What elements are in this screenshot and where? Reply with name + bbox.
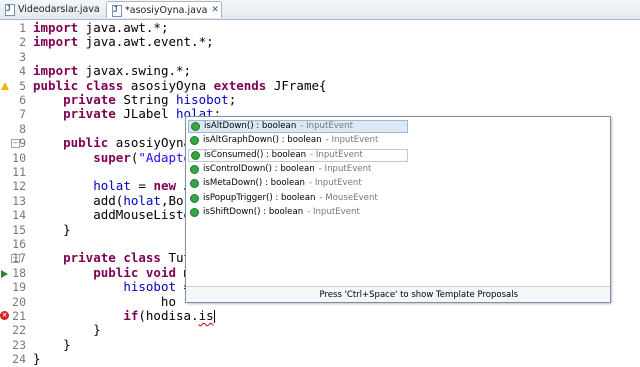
code-text: ho: [33, 293, 176, 309]
tab-label: Videodarslar.java: [18, 4, 100, 15]
code-line[interactable]: 24}: [0, 351, 640, 367]
line-number: 8: [19, 121, 26, 136]
method-icon: [190, 136, 199, 146]
close-icon[interactable]: ✕: [211, 2, 219, 19]
code-text: private String hisobot;: [63, 92, 237, 107]
line-number: 3: [19, 49, 26, 64]
line-number: 18: [12, 265, 26, 280]
code-text: private class Tutu: [63, 250, 199, 266]
code-text: import java.awt.*;: [33, 20, 169, 35]
code-text: holat = new JL: [93, 178, 198, 194]
code-text: import java.awt.event.*;: [33, 34, 214, 50]
proposal-owner: - InputEvent: [318, 163, 372, 174]
method-icon: [190, 179, 199, 189]
line-number: 22: [12, 323, 26, 338]
method-icon: [191, 150, 200, 160]
proposal-owner: - InputEvent: [307, 206, 360, 217]
code-text: }: [33, 322, 101, 338]
proposal-owner: - InputEvent: [325, 135, 379, 146]
java-file-icon: J: [4, 4, 15, 16]
java-file-icon: J: [111, 4, 122, 17]
code-text: }: [33, 336, 71, 352]
line-number: 6: [19, 93, 26, 107]
code-text: public asosiyOyna(: [63, 135, 199, 151]
proposal-signature: isMetaDown() : boolean: [203, 178, 305, 189]
method-icon: [190, 164, 199, 174]
proposal-signature: isConsumed() : boolean: [204, 149, 307, 160]
line-number: 5: [19, 78, 26, 93]
code-text: add(holat,Bord: [33, 192, 199, 208]
proposal-signature: isAltGraphDown() : boolean: [203, 135, 322, 146]
editor-tab-bar: J Videodarslar.java J *asosiyOyna.java ✕: [0, 0, 640, 20]
code-line[interactable]: 3: [0, 50, 640, 64]
code-line[interactable]: 2 import java.awt.event.*;: [0, 34, 640, 50]
code-line[interactable]: 22 }: [0, 322, 640, 338]
code-text: addMouseListen: [33, 207, 199, 223]
proposal-owner: - InputEvent: [308, 178, 362, 189]
proposal-signature: isPopupTrigger() : boolean: [203, 192, 316, 203]
code-line[interactable]: 6 private String hisobot;: [0, 92, 640, 107]
line-number: 11: [12, 165, 26, 179]
line-number: 13: [12, 193, 26, 208]
line-number: 7: [19, 107, 26, 122]
line-number: 16: [12, 237, 26, 251]
proposal-signature: isAltDown() : boolean: [204, 121, 297, 131]
code-line[interactable]: 1 import java.awt.*;: [0, 20, 640, 35]
tab-label: *asosiyOyna.java: [125, 4, 208, 16]
content-assist-popup[interactable]: isAltDown() : boolean - InputEvent isAltG…: [185, 116, 611, 303]
proposal-item[interactable]: isShiftDown() : boolean - InputEvent: [188, 206, 408, 219]
code-text: public void mo: [93, 264, 198, 280]
line-number: 19: [12, 280, 26, 295]
proposal-signature: isControlDown() : boolean: [203, 163, 315, 174]
code-line[interactable]: × 21 if(hodisa.is: [0, 308, 640, 323]
code-text: if(hodisa.is: [123, 308, 215, 323]
line-number: 9: [19, 136, 26, 151]
line-number: 12: [12, 179, 26, 194]
tab-videodarslar[interactable]: J Videodarslar.java: [0, 1, 106, 18]
line-number: 4: [19, 64, 26, 79]
line-number: 15: [12, 222, 26, 237]
code-text: super("Adapter: [93, 149, 199, 165]
proposal-owner: - InputEvent: [310, 149, 363, 160]
proposal-item[interactable]: isAltGraphDown() : boolean - InputEvent: [188, 134, 408, 147]
proposal-item[interactable]: isAltDown() : boolean - InputEvent: [188, 120, 408, 133]
proposal-list[interactable]: isAltDown() : boolean - InputEvent isAltG…: [186, 117, 610, 285]
proposal-item[interactable]: isControlDown() : boolean - InputEvent: [188, 163, 408, 176]
tab-asosiyoyna[interactable]: J *asosiyOyna.java ✕: [106, 1, 222, 18]
proposal-owner: - MouseEvent: [319, 192, 378, 203]
code-text: import javax.swing.*;: [33, 63, 192, 79]
code-text: hisobot =: [123, 279, 191, 295]
line-number: 20: [12, 294, 26, 309]
method-icon: [191, 122, 200, 131]
proposal-item[interactable]: isConsumed() : boolean - InputEvent: [188, 148, 408, 162]
line-number: 17: [12, 251, 26, 266]
line-number: 21: [12, 309, 26, 323]
popup-status-hint: Press 'Ctrl+Space' to show Template Prop…: [186, 286, 610, 302]
method-icon: [190, 193, 199, 203]
code-text: }: [33, 351, 41, 367]
method-icon: [190, 207, 199, 217]
code-text: }: [33, 221, 71, 237]
proposal-item[interactable]: isPopupTrigger() : boolean - MouseEvent: [188, 192, 408, 205]
code-text: public class asosiyOyna extends JFrame{: [33, 77, 327, 93]
text-cursor: [213, 310, 215, 323]
line-number: 10: [12, 150, 26, 165]
line-number: 24: [12, 352, 26, 367]
code-line[interactable]: 5 public class asosiyOyna extends JFrame{: [0, 77, 640, 93]
proposal-signature: isShiftDown() : boolean: [203, 206, 304, 217]
code-line[interactable]: 23 }: [0, 336, 640, 352]
code-line[interactable]: 4 import javax.swing.*;: [0, 63, 640, 79]
proposal-owner: - InputEvent: [300, 121, 353, 131]
proposal-item[interactable]: isMetaDown() : boolean - InputEvent: [188, 177, 408, 190]
line-number: 2: [19, 35, 26, 50]
line-number: 23: [12, 337, 26, 352]
line-number: 1: [19, 21, 26, 35]
line-number: 14: [12, 208, 26, 223]
